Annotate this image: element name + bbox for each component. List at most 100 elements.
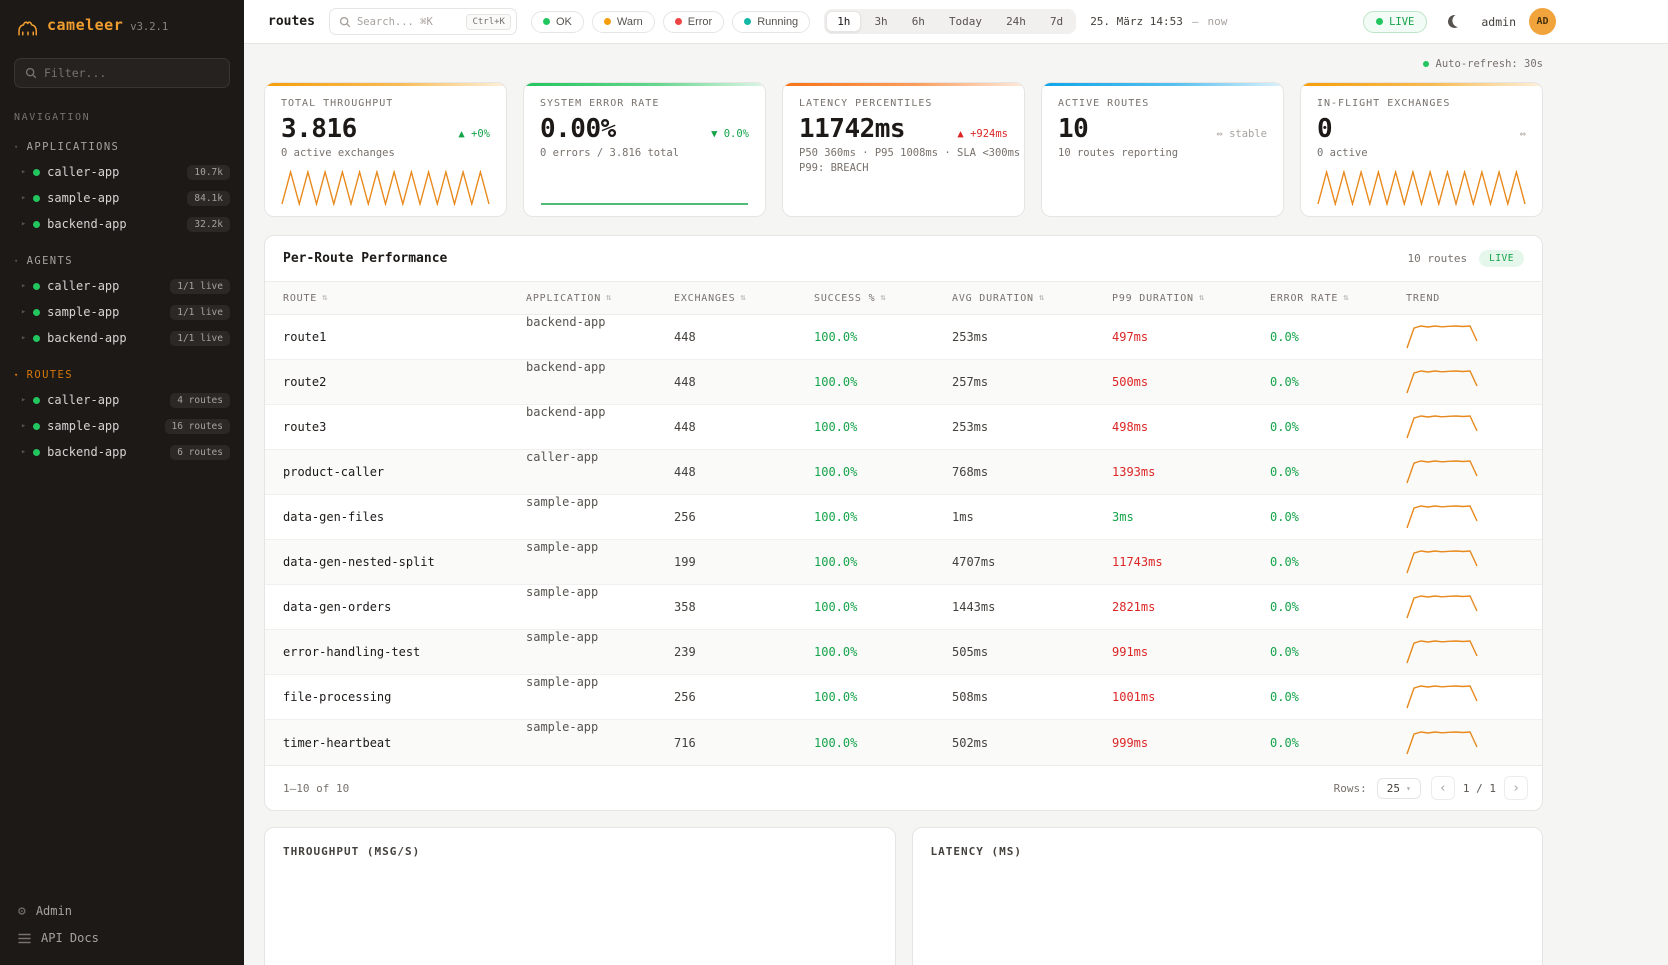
avatar[interactable]: AD xyxy=(1529,8,1556,35)
chevron-right-icon: ▸ xyxy=(21,193,26,203)
tab-range-today[interactable]: Today xyxy=(938,11,993,32)
cell-route: data-gen-orders xyxy=(283,600,526,614)
table-row-data-gen-files[interactable]: data-gen-files sample-app 256 100.0% 1ms… xyxy=(265,495,1542,540)
card-accent-bar xyxy=(783,83,1024,86)
sidebar-item-api-docs[interactable]: API Docs xyxy=(18,931,226,945)
cell-success: 100.0% xyxy=(814,555,952,569)
sidebar-item-routes-sample-app[interactable]: ▸ sample-app 16 routes xyxy=(0,413,244,439)
kpi-delta: ⇔ stable xyxy=(1216,128,1267,140)
table-row-product-caller[interactable]: product-caller caller-app 448 100.0% 768… xyxy=(265,450,1542,495)
kpi-subtext: 0 active xyxy=(1317,147,1526,159)
sidebar-item-agents-caller-app[interactable]: ▸ caller-app 1/1 live xyxy=(0,273,244,299)
cell-error-rate: 0.0% xyxy=(1270,510,1406,524)
cell-exchanges: 448 xyxy=(674,420,814,434)
throughput-chart-panel: THROUGHPUT (MSG/S) xyxy=(264,827,896,965)
time-range-selector: 1h 3h 6h Today 24h 7d xyxy=(824,9,1076,34)
tab-range-6h[interactable]: 6h xyxy=(901,11,936,32)
table-row-timer-heartbeat[interactable]: timer-heartbeat sample-app 716 100.0% 50… xyxy=(265,720,1542,765)
section-header-agents[interactable]: ▾ AGENTS xyxy=(0,247,244,273)
column-header-avg-duration[interactable]: AVG DURATION⇅ xyxy=(952,293,1112,304)
charts-row: THROUGHPUT (MSG/S) LATENCY (MS) xyxy=(264,827,1543,965)
cell-error-rate: 0.0% xyxy=(1270,330,1406,344)
kpi-delta: ⇔ xyxy=(1520,128,1526,140)
inflight-sparkline xyxy=(1317,170,1526,206)
table-row-file-processing[interactable]: file-processing sample-app 256 100.0% 50… xyxy=(265,675,1542,720)
table-row-error-handling-test[interactable]: error-handling-test sample-app 239 100.0… xyxy=(265,630,1542,675)
app-logo[interactable]: cameleer v3.2.1 xyxy=(0,0,244,48)
cell-exchanges: 256 xyxy=(674,690,814,704)
camel-logo-icon xyxy=(16,16,40,40)
page-indicator: 1 / 1 xyxy=(1463,782,1496,795)
table-row-route1[interactable]: route1 backend-app 448 100.0% 253ms 497m… xyxy=(265,315,1542,360)
sidebar-item-applications-caller-app[interactable]: ▸ caller-app 10.7k xyxy=(0,159,244,185)
date-from: 25. März 14:53 xyxy=(1090,15,1183,28)
date-to: now xyxy=(1208,15,1228,28)
kpi-subtext: 0 active exchanges xyxy=(281,147,490,159)
status-dot xyxy=(33,335,40,342)
filter-chip-ok[interactable]: OK xyxy=(531,11,584,33)
section-header-routes[interactable]: ▾ ROUTES xyxy=(0,361,244,387)
trend-sparkline xyxy=(1406,639,1478,665)
sidebar: cameleer v3.2.1 NAVIGATION ▾ APPLICATION… xyxy=(0,0,244,965)
cell-avg-duration: 508ms xyxy=(952,690,1112,704)
kpi-title: ACTIVE ROUTES xyxy=(1058,98,1267,109)
sidebar-item-agents-sample-app[interactable]: ▸ sample-app 1/1 live xyxy=(0,299,244,325)
prev-page-button[interactable]: ‹ xyxy=(1431,776,1455,800)
sidebar-item-routes-caller-app[interactable]: ▸ caller-app 4 routes xyxy=(0,387,244,413)
kpi-value: 3.816 xyxy=(281,114,357,144)
cell-route: route1 xyxy=(283,330,526,344)
sidebar-item-admin[interactable]: ⚙ Admin xyxy=(18,904,226,918)
date-range-display[interactable]: 25. März 14:53 — now xyxy=(1090,15,1227,28)
column-header-exchanges[interactable]: EXCHANGES⇅ xyxy=(674,293,814,304)
sort-icon: ⇅ xyxy=(880,293,886,303)
filter-chip-warn[interactable]: Warn xyxy=(592,11,655,33)
cell-application: sample-app xyxy=(526,540,674,584)
trend-sparkline xyxy=(1406,459,1478,485)
search-input[interactable] xyxy=(357,16,460,28)
column-header-error-rate[interactable]: ERROR RATE⇅ xyxy=(1270,293,1406,304)
kpi-delta: ▲ +924ms xyxy=(957,128,1008,140)
table-row-route3[interactable]: route3 backend-app 448 100.0% 253ms 498m… xyxy=(265,405,1542,450)
column-header-success[interactable]: SUCCESS %⇅ xyxy=(814,293,952,304)
section-header-applications[interactable]: ▾ APPLICATIONS xyxy=(0,133,244,159)
table-row-data-gen-nested-split[interactable]: data-gen-nested-split sample-app 199 100… xyxy=(265,540,1542,585)
table-footer: 1–10 of 10 Rows: 25 ▾ ‹ 1 / 1 › xyxy=(265,765,1542,810)
table-row-route2[interactable]: route2 backend-app 448 100.0% 257ms 500m… xyxy=(265,360,1542,405)
tab-range-7d[interactable]: 7d xyxy=(1039,11,1074,32)
tab-range-24h[interactable]: 24h xyxy=(995,11,1037,32)
column-header-application[interactable]: APPLICATION⇅ xyxy=(526,293,674,304)
column-header-p99-duration[interactable]: P99 DURATION⇅ xyxy=(1112,293,1270,304)
cell-route: route3 xyxy=(283,420,526,434)
filter-chip-running[interactable]: Running xyxy=(732,11,810,33)
tab-range-3h[interactable]: 3h xyxy=(863,11,898,32)
gear-icon: ⚙ xyxy=(18,905,26,918)
cell-exchanges: 448 xyxy=(674,375,814,389)
tab-range-1h[interactable]: 1h xyxy=(826,11,861,32)
next-page-button[interactable]: › xyxy=(1504,776,1528,800)
cell-success: 100.0% xyxy=(814,420,952,434)
table-row-data-gen-orders[interactable]: data-gen-orders sample-app 358 100.0% 14… xyxy=(265,585,1542,630)
search-box[interactable]: Ctrl+K xyxy=(329,8,517,35)
sidebar-item-agents-backend-app[interactable]: ▸ backend-app 1/1 live xyxy=(0,325,244,351)
item-label: sample-app xyxy=(47,419,157,433)
cell-error-rate: 0.0% xyxy=(1270,465,1406,479)
trend-sparkline xyxy=(1406,730,1478,756)
column-header-route[interactable]: ROUTE⇅ xyxy=(283,293,526,304)
status-dot xyxy=(33,423,40,430)
status-dot xyxy=(33,283,40,290)
rows-per-page-select[interactable]: 25 ▾ xyxy=(1377,778,1421,799)
item-badge: 1/1 live xyxy=(170,279,230,294)
filter-chip-error[interactable]: Error xyxy=(663,11,724,33)
sidebar-item-applications-backend-app[interactable]: ▸ backend-app 32.2k xyxy=(0,211,244,237)
sidebar-filter-input[interactable] xyxy=(44,66,219,80)
sidebar-item-applications-sample-app[interactable]: ▸ sample-app 84.1k xyxy=(0,185,244,211)
cell-exchanges: 448 xyxy=(674,330,814,344)
item-label: caller-app xyxy=(47,165,180,179)
item-label: sample-app xyxy=(47,191,180,205)
topbar: routes Ctrl+K OK Warn Error xyxy=(244,0,1668,44)
live-toggle[interactable]: LIVE xyxy=(1363,11,1427,33)
sidebar-filter[interactable] xyxy=(14,58,230,88)
sidebar-item-routes-backend-app[interactable]: ▸ backend-app 6 routes xyxy=(0,439,244,465)
chevron-right-icon: ▸ xyxy=(21,281,26,291)
dark-mode-toggle[interactable] xyxy=(1440,8,1468,36)
